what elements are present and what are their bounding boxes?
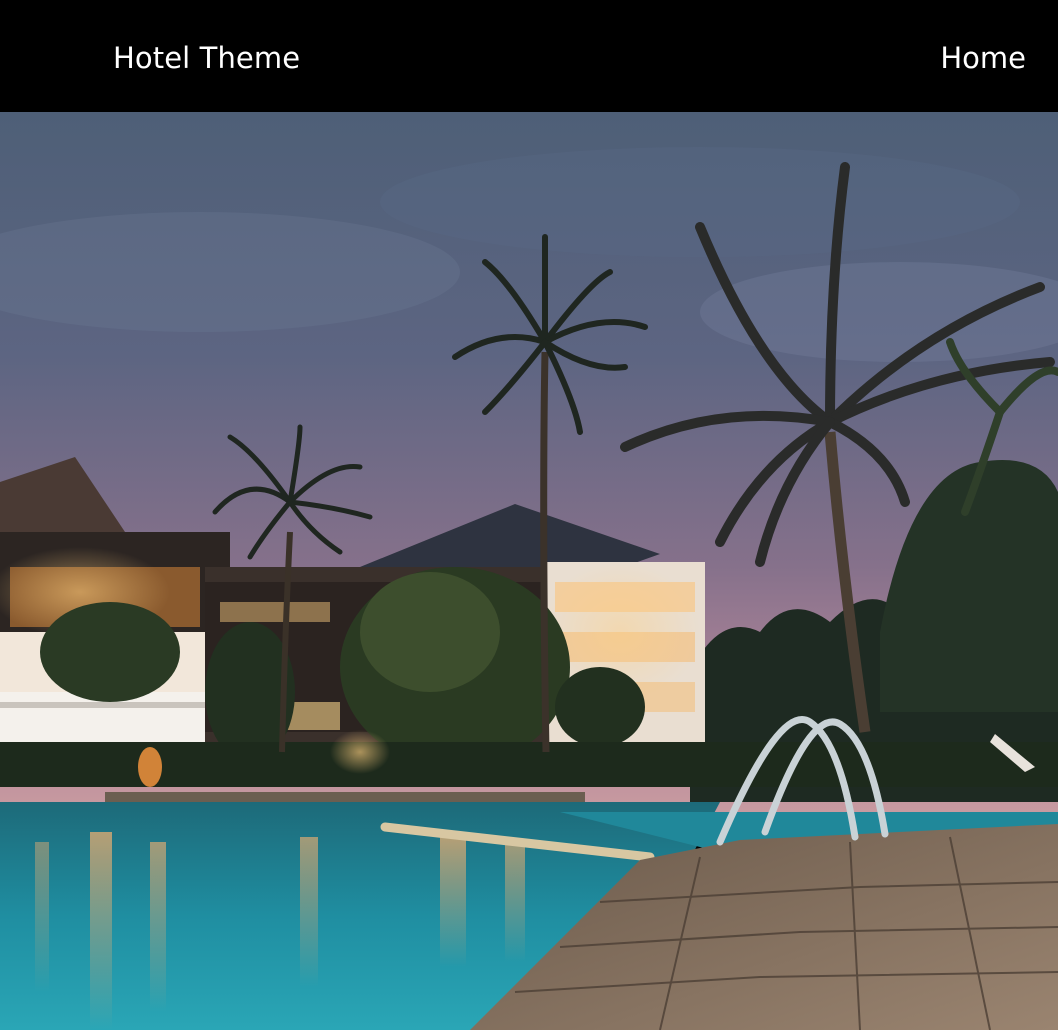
top-navbar: Hotel Theme Home <box>0 0 1058 112</box>
hotel-pool-night-photo <box>0 112 1058 1030</box>
hero-image <box>0 112 1058 1030</box>
brand-link[interactable]: Hotel Theme <box>113 38 300 78</box>
nav-link-home[interactable]: Home <box>940 38 1026 78</box>
